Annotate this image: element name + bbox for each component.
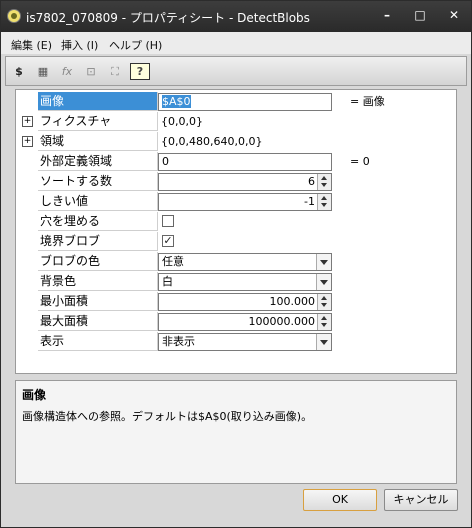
property-row-max-area[interactable]: 最大面積 100000.000 [16,312,456,332]
description-text: 画像構造体への参照。デフォルトは$A$0(取り込み画像)。 [22,410,313,423]
region-value: {0,0,480,640,0,0} [161,135,263,148]
spinner-icon[interactable] [317,294,331,310]
boundary-blob-checkbox[interactable]: ✓ [162,235,174,247]
property-label: 画像 [38,92,158,111]
description-title: 画像 [22,388,47,402]
features-value: {0,0,0} [161,115,203,128]
dropdown-arrow-icon[interactable] [316,334,331,350]
property-label: 最小面積 [38,292,158,311]
max-area-value: 100000.000 [248,315,315,328]
description-panel: 画像 画像構造体への参照。デフォルトは$A$0(取り込み画像)。 [15,380,457,484]
property-label: 表示 [38,332,158,351]
property-grid: 画像 $A$0 = 画像 + フィクスチャ {0,0,0} + 領域 {0,0,… [15,89,457,374]
threshold-value: -1 [304,195,315,208]
expand-icon[interactable]: + [22,136,33,147]
region-icon[interactable]: ⛶ [106,63,124,80]
window-title: is7802_070809 - プロパティシート - DetectBlobs [26,11,310,25]
sort-count-stepper[interactable]: 6 [158,173,332,191]
property-label: 外部定義領域 [38,152,158,171]
image-input[interactable]: $A$0 [158,93,332,111]
dropdown-arrow-icon[interactable] [316,274,331,290]
sort-count-value: 6 [308,175,315,188]
grid-icon[interactable]: ▦ [34,63,52,80]
property-label: 領域 [38,132,158,151]
close-button[interactable]: ✕ [441,4,467,26]
property-label: 背景色 [38,272,158,291]
property-label: フィクスチャ [38,112,158,131]
property-row-sort-count[interactable]: ソートする数 6 [16,172,456,192]
property-row-min-area[interactable]: 最小面積 100.000 [16,292,456,312]
function-icon[interactable]: fx [58,63,76,80]
threshold-stepper[interactable]: -1 [158,193,332,211]
ok-button[interactable]: OK [303,489,377,511]
menu-insert[interactable]: 挿入 (I) [61,37,98,53]
property-row-fill-holes[interactable]: 穴を埋める [16,212,456,232]
property-row-region[interactable]: + 領域 {0,0,480,640,0,0} [16,132,456,152]
image-note: = 画像 [350,95,385,108]
min-area-value: 100.000 [269,295,316,308]
spinner-icon[interactable] [317,194,331,210]
menu-edit[interactable]: 編集 (E) [11,37,52,53]
minimize-button[interactable]: – [374,4,400,26]
app-icon [7,9,21,23]
background-select[interactable]: 白 [158,273,332,291]
property-label: ソートする数 [38,172,158,191]
background-value: 白 [162,275,173,288]
blob-color-value: 任意 [162,255,184,268]
property-row-image[interactable]: 画像 $A$0 = 画像 [16,92,456,112]
cancel-button[interactable]: キャンセル [384,489,458,511]
fill-holes-checkbox[interactable] [162,215,174,227]
property-label: ブロブの色 [38,252,158,271]
property-sheet-window: is7802_070809 - プロパティシート - DetectBlobs –… [0,0,472,528]
display-value: 非表示 [162,335,195,348]
spinner-icon[interactable] [317,174,331,190]
toolbar: $ ▦ fx ⊡ ⛶ ? [5,56,467,86]
sort-alpha-icon[interactable]: $ [10,63,28,80]
menu-bar: 編集 (E) 挿入 (I) ヘルプ (H) [1,32,471,54]
image-value: $A$0 [162,95,191,108]
blob-color-select[interactable]: 任意 [158,253,332,271]
ext-region-input[interactable]: 0 [158,153,332,171]
display-select[interactable]: 非表示 [158,333,332,351]
property-label: 境界ブロブ [38,232,158,251]
expand-icon[interactable]: + [22,116,33,127]
menu-help[interactable]: ヘルプ (H) [109,37,162,53]
help-icon[interactable]: ? [130,63,150,80]
ext-region-note: = 0 [350,155,370,168]
property-row-features[interactable]: + フィクスチャ {0,0,0} [16,112,456,132]
property-row-threshold[interactable]: しきい値 -1 [16,192,456,212]
property-row-ext-region[interactable]: 外部定義領域 0 = 0 [16,152,456,172]
title-bar[interactable]: is7802_070809 - プロパティシート - DetectBlobs –… [1,1,471,32]
min-area-stepper[interactable]: 100.000 [158,293,332,311]
dropdown-arrow-icon[interactable] [316,254,331,270]
select-icon[interactable]: ⊡ [82,63,100,80]
property-row-display[interactable]: 表示 非表示 [16,332,456,352]
property-row-boundary-blob[interactable]: 境界ブロブ ✓ [16,232,456,252]
property-row-blob-color[interactable]: ブロブの色 任意 [16,252,456,272]
property-label: しきい値 [38,192,158,211]
max-area-stepper[interactable]: 100000.000 [158,313,332,331]
property-label: 最大面積 [38,312,158,331]
property-label: 穴を埋める [38,212,158,231]
maximize-button[interactable]: □ [407,4,433,26]
property-row-background[interactable]: 背景色 白 [16,272,456,292]
spinner-icon[interactable] [317,314,331,330]
